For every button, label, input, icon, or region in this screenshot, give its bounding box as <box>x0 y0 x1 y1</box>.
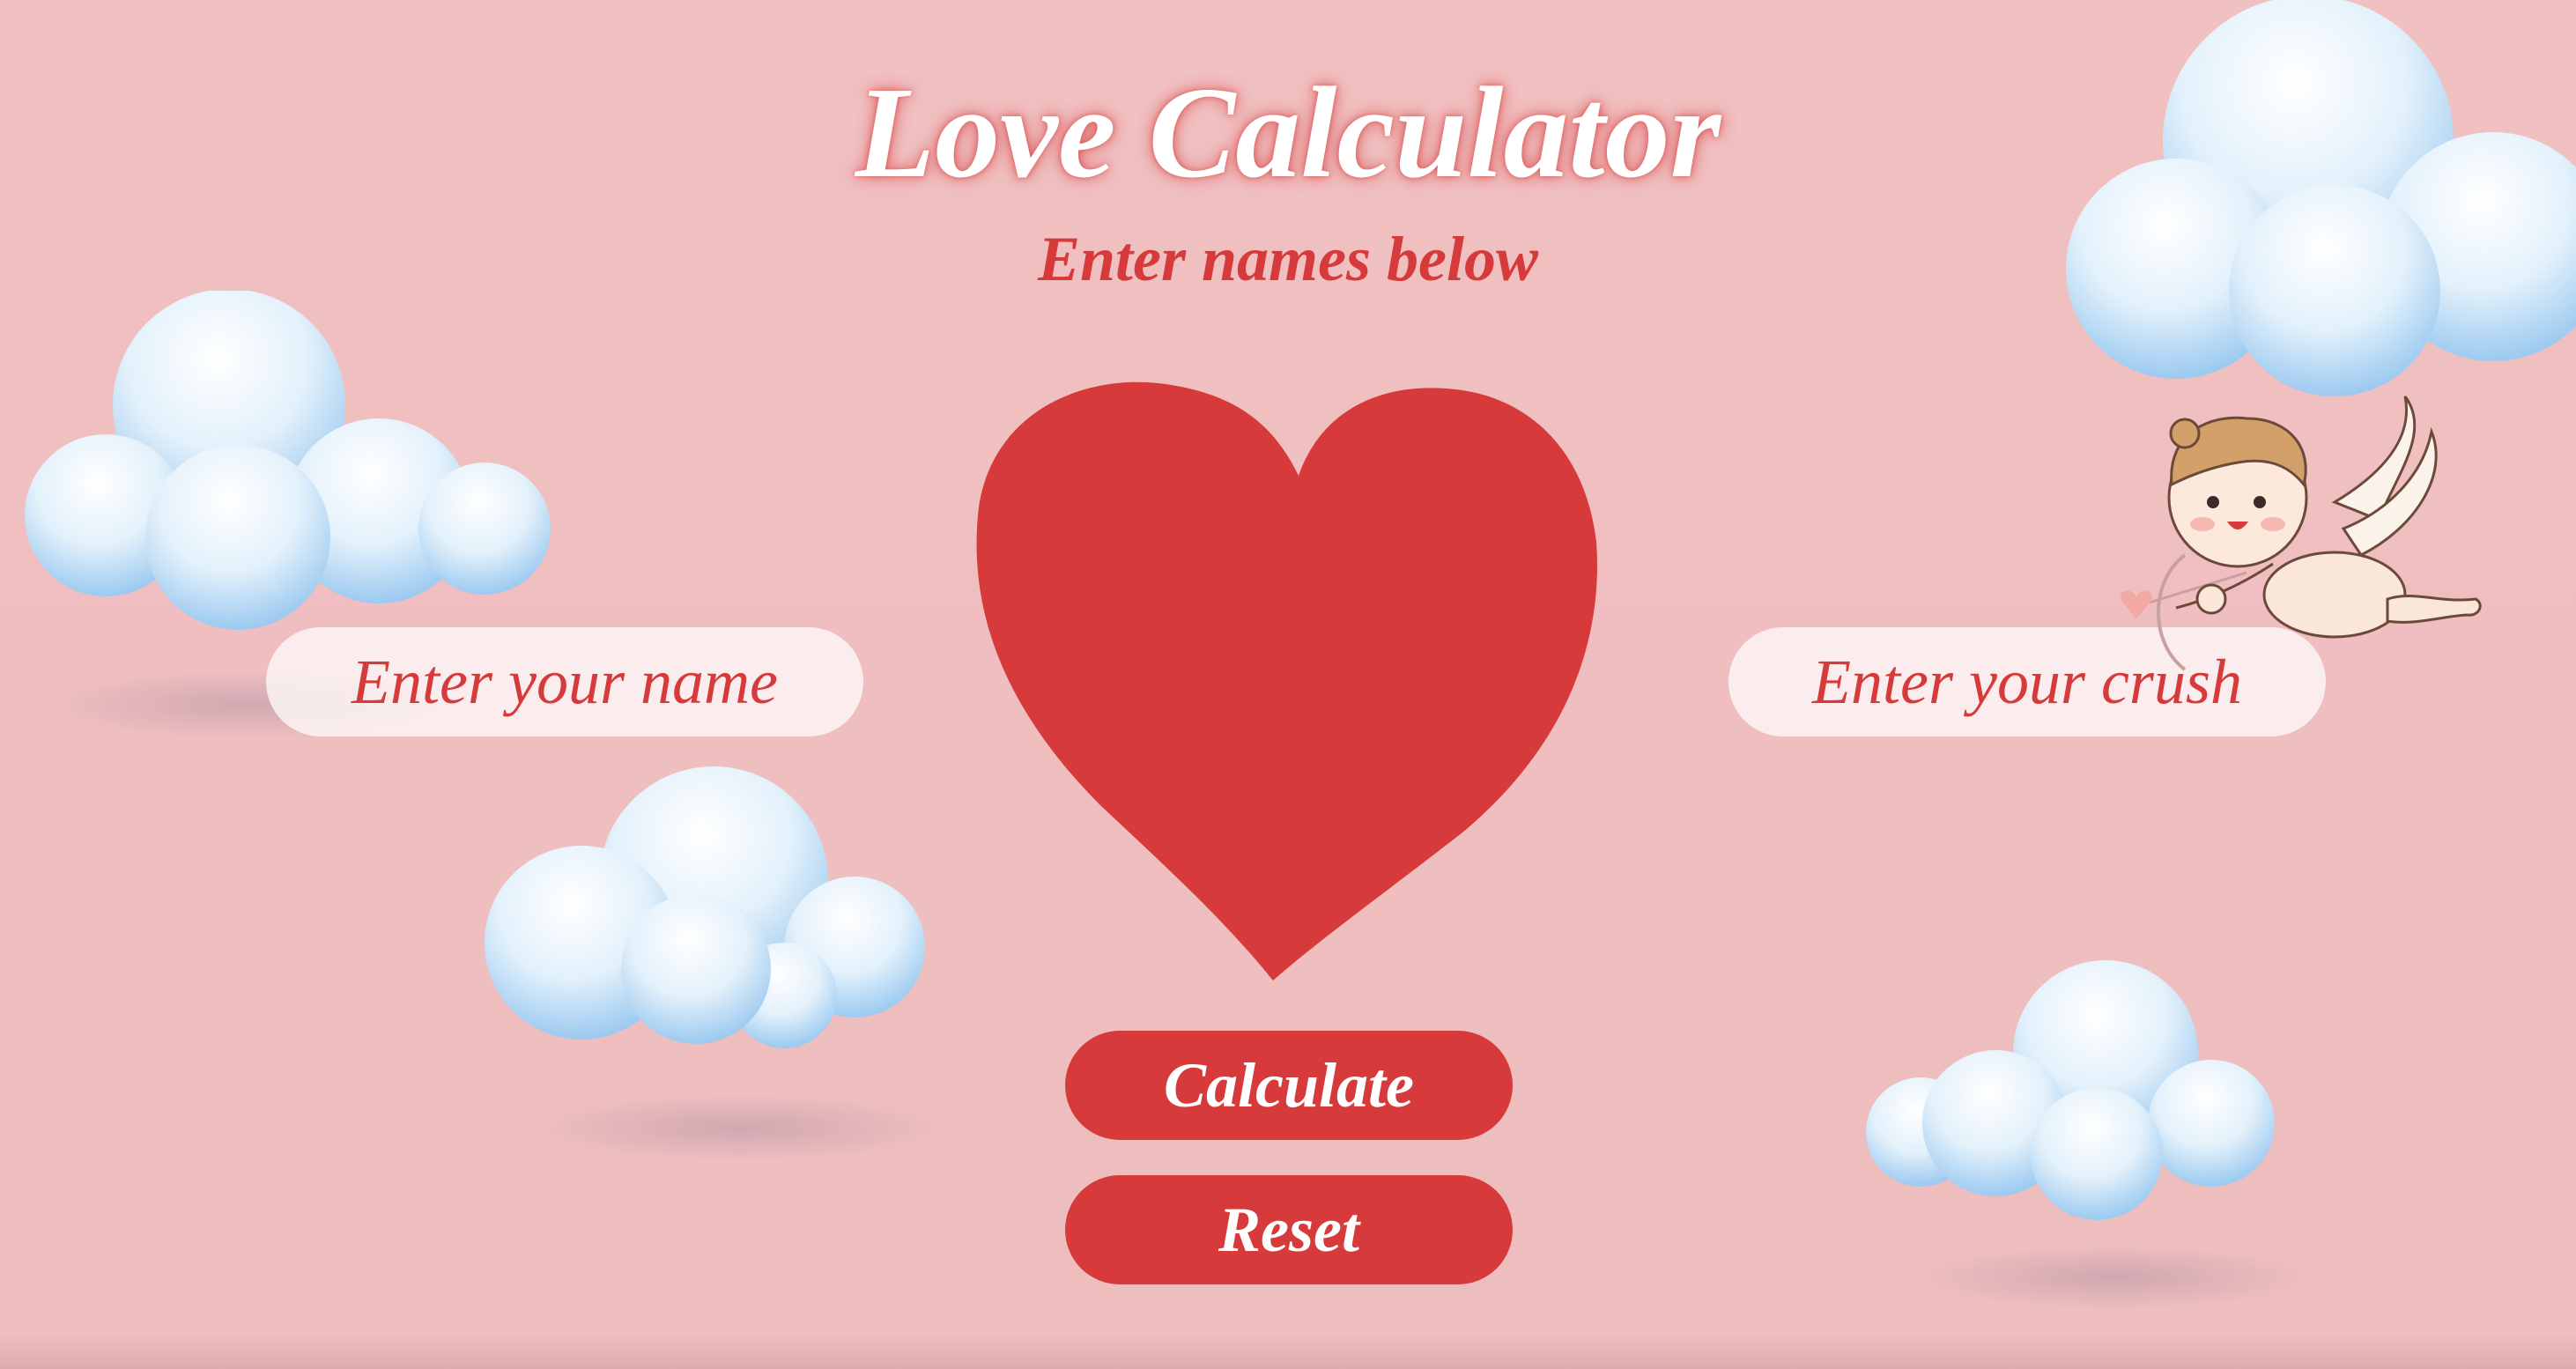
cupid-illustration <box>2121 396 2482 671</box>
calculate-button[interactable]: Calculate <box>1065 1031 1513 1140</box>
page-title: Love Calculator <box>855 61 1721 205</box>
page-subtitle: Enter names below <box>1037 224 1539 294</box>
bottom-shade <box>0 1334 2576 1369</box>
heart-icon <box>976 381 1597 980</box>
love-calculator-page: Love Calculator Enter names below Calcul… <box>0 0 2576 1369</box>
cloud-icon <box>1866 960 2308 1309</box>
reset-button[interactable]: Reset <box>1065 1175 1513 1284</box>
cloud-icon <box>485 766 943 1161</box>
your-name-input[interactable] <box>266 627 863 736</box>
